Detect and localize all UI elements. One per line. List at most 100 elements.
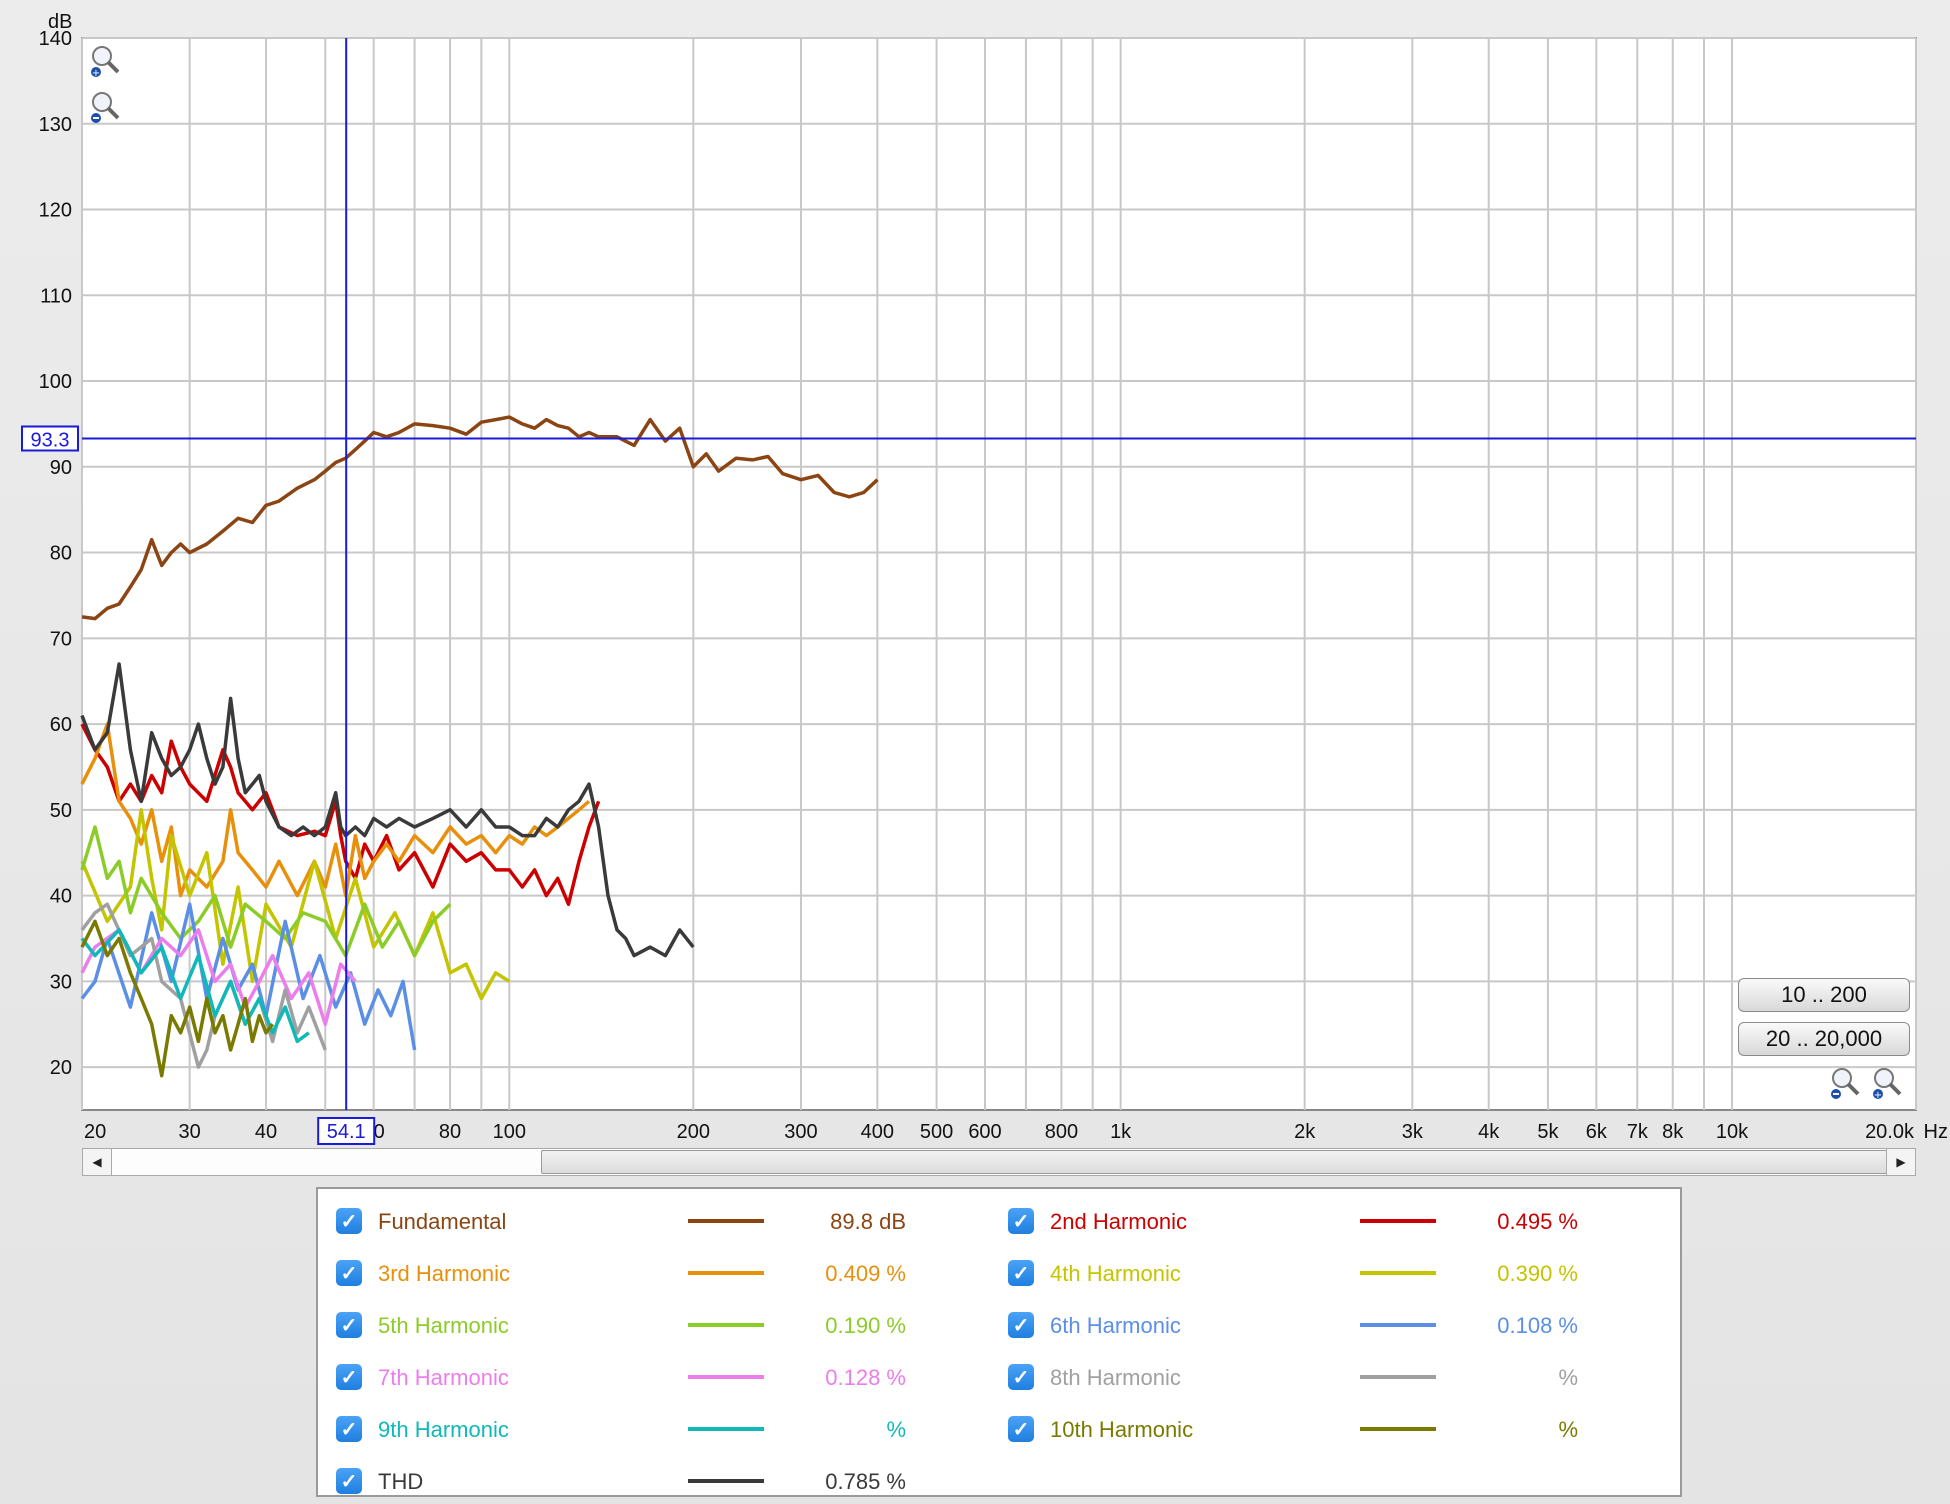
x-tick-label: 1k: [1110, 1121, 1132, 1143]
legend-item-4th-harmonic[interactable]: ✓ 4th Harmonic 0.390 %: [1008, 1253, 1578, 1293]
y-axis-label: dB: [48, 11, 72, 33]
left-arrow-icon: ◀: [92, 1155, 102, 1169]
y-tick-label: 90: [50, 457, 72, 479]
x-tick-label: 6k: [1586, 1121, 1608, 1143]
legend-label: THD: [378, 1469, 424, 1494]
legend-item-8th-harmonic[interactable]: ✓ 8th Harmonic%: [1008, 1357, 1578, 1397]
x-tick-label: 80: [439, 1121, 461, 1143]
y-tick-label: 110: [40, 285, 72, 307]
checkbox[interactable]: ✓: [1008, 1364, 1034, 1390]
cursor-y-label: 93.3: [31, 429, 70, 451]
legend-swatch: [688, 1323, 764, 1327]
legend-item-fundamental[interactable]: ✓ Fundamental 89.8 dB: [336, 1201, 906, 1241]
chart-area[interactable]: 2030405060708090100110120130140dB2030406…: [0, 0, 1950, 1145]
legend-item-10th-harmonic[interactable]: ✓ 10th Harmonic%: [1008, 1409, 1578, 1449]
y-tick-label: 80: [50, 543, 72, 565]
legend-value: 0.409 %: [825, 1261, 906, 1286]
legend-swatch: [1360, 1427, 1436, 1431]
range-10-200-button[interactable]: 10 .. 200: [1738, 978, 1910, 1012]
zoom-out-icon[interactable]: [88, 90, 122, 124]
checkmark-icon: ✓: [1012, 1418, 1030, 1441]
legend-value: 0.390 %: [1497, 1261, 1578, 1286]
x-axis-unit: Hz: [1924, 1121, 1948, 1143]
cursor-x-label: 54.1: [327, 1121, 366, 1143]
legend-item-7th-harmonic[interactable]: ✓ 7th Harmonic 0.128 %: [336, 1357, 906, 1397]
y-tick-label: 40: [50, 886, 72, 908]
x-tick-label: 400: [861, 1121, 894, 1143]
x-tick-label: 20.0k: [1865, 1121, 1915, 1143]
legend-panel: ✓ Fundamental 89.8 dB ✓ 2nd Harmonic 0.495 % ✓…: [316, 1187, 1682, 1497]
x-tick-label: 8k: [1662, 1121, 1684, 1143]
legend-label: 10th Harmonic: [1050, 1417, 1194, 1442]
legend-label: 6th Harmonic: [1050, 1313, 1181, 1338]
legend-swatch: [688, 1479, 764, 1483]
legend-value: 0.128 %: [825, 1365, 906, 1390]
checkbox[interactable]: ✓: [336, 1364, 362, 1390]
legend-item-5th-harmonic[interactable]: ✓ 5th Harmonic 0.190 %: [336, 1305, 906, 1345]
scroll-right-button[interactable]: ▶: [1886, 1149, 1915, 1175]
legend-swatch: [688, 1375, 764, 1379]
scroll-left-button[interactable]: ◀: [83, 1149, 112, 1175]
y-tick-label: 70: [50, 628, 72, 650]
range-20-20000-button[interactable]: 20 .. 20,000: [1738, 1022, 1910, 1056]
checkmark-icon: ✓: [1012, 1314, 1030, 1337]
y-tick-label: 50: [50, 800, 72, 822]
zoom-in-icon[interactable]: +: [88, 44, 122, 78]
checkbox[interactable]: ✓: [1008, 1208, 1034, 1234]
legend-item-6th-harmonic[interactable]: ✓ 6th Harmonic 0.108 %: [1008, 1305, 1578, 1345]
legend-label: 8th Harmonic: [1050, 1365, 1181, 1390]
scroll-thumb[interactable]: [541, 1150, 1891, 1174]
legend-swatch: [688, 1271, 764, 1275]
checkbox[interactable]: ✓: [336, 1312, 362, 1338]
x-tick-label: 4k: [1478, 1121, 1500, 1143]
legend-value: 89.8 dB: [830, 1209, 906, 1234]
x-tick-label: 200: [677, 1121, 710, 1143]
checkbox[interactable]: ✓: [1008, 1416, 1034, 1442]
legend-swatch: [1360, 1323, 1436, 1327]
legend-swatch: [1360, 1219, 1436, 1223]
checkmark-icon: ✓: [1012, 1366, 1030, 1389]
horizontal-scrollbar[interactable]: ◀ ▶: [82, 1148, 1916, 1176]
x-tick-label: 800: [1045, 1121, 1078, 1143]
checkmark-icon: ✓: [340, 1418, 358, 1441]
legend-value: 0.190 %: [825, 1313, 906, 1338]
horizontal-zoom-out-icon[interactable]: [1828, 1066, 1862, 1100]
legend-label: 3rd Harmonic: [378, 1261, 511, 1286]
legend-value: 0.495 %: [1497, 1209, 1578, 1234]
checkbox[interactable]: ✓: [336, 1208, 362, 1234]
y-tick-label: 120: [39, 200, 72, 222]
horizontal-zoom-in-icon[interactable]: +: [1870, 1066, 1904, 1100]
plot-background: [81, 37, 1917, 1111]
legend-label: 4th Harmonic: [1050, 1261, 1181, 1286]
checkbox[interactable]: ✓: [336, 1468, 362, 1494]
svg-text:+: +: [1874, 1090, 1882, 1100]
legend-label: 7th Harmonic: [378, 1365, 509, 1390]
legend-value: %: [886, 1417, 906, 1442]
checkbox[interactable]: ✓: [336, 1260, 362, 1286]
legend-item-2nd-harmonic[interactable]: ✓ 2nd Harmonic 0.495 %: [1008, 1201, 1578, 1241]
x-tick-label: 2k: [1294, 1121, 1316, 1143]
x-tick-label: 3k: [1402, 1121, 1424, 1143]
legend-item-9th-harmonic[interactable]: ✓ 9th Harmonic%: [336, 1409, 906, 1449]
y-tick-label: 100: [39, 371, 72, 393]
legend-item-3rd-harmonic[interactable]: ✓ 3rd Harmonic 0.409 %: [336, 1253, 906, 1293]
checkmark-icon: ✓: [340, 1366, 358, 1389]
checkbox[interactable]: ✓: [336, 1416, 362, 1442]
checkmark-icon: ✓: [1012, 1262, 1030, 1285]
svg-text:+: +: [92, 68, 100, 78]
legend-label: 2nd Harmonic: [1050, 1209, 1187, 1234]
y-tick-label: 130: [39, 114, 72, 136]
checkmark-icon: ✓: [340, 1314, 358, 1337]
legend-swatch: [1360, 1271, 1436, 1275]
legend-value: 0.785 %: [825, 1469, 906, 1494]
legend-value: %: [1558, 1365, 1578, 1390]
legend-item-thd[interactable]: ✓ THD 0.785 %: [336, 1461, 906, 1501]
legend-label: 5th Harmonic: [378, 1313, 509, 1338]
legend-value: 0.108 %: [1497, 1313, 1578, 1338]
x-tick-label: 500: [920, 1121, 953, 1143]
x-tick-label: 7k: [1627, 1121, 1649, 1143]
checkbox[interactable]: ✓: [1008, 1260, 1034, 1286]
x-tick-label: 30: [179, 1121, 201, 1143]
checkbox[interactable]: ✓: [1008, 1312, 1034, 1338]
x-tick-label: 10k: [1716, 1121, 1749, 1143]
